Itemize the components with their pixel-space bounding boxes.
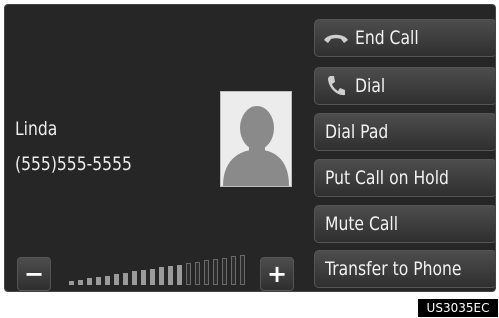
- volume-bar: [204, 260, 209, 285]
- volume-bar: [96, 277, 101, 285]
- phone-call-screen: Linda (555)555-5555 End Call Dial Dial P…: [4, 4, 496, 292]
- mute-call-label: Mute Call: [325, 213, 399, 235]
- volume-bar: [177, 265, 182, 285]
- volume-bar: [69, 281, 74, 285]
- end-call-label: End Call: [355, 27, 419, 49]
- volume-level-meter[interactable]: [69, 255, 249, 285]
- dial-pad-label: Dial Pad: [325, 121, 389, 143]
- volume-bar: [78, 280, 83, 285]
- volume-bar: [168, 266, 173, 285]
- volume-bar: [222, 258, 227, 285]
- volume-down-button[interactable]: −: [17, 257, 51, 291]
- contact-avatar: [220, 91, 292, 187]
- volume-bar: [231, 256, 236, 285]
- volume-up-button[interactable]: +: [260, 257, 294, 291]
- caller-name: Linda: [15, 118, 58, 140]
- volume-bar: [141, 270, 146, 285]
- phone-handset-icon: [323, 73, 349, 99]
- transfer-to-phone-label: Transfer to Phone: [325, 258, 462, 280]
- caller-number: (555)555-5555: [15, 153, 132, 175]
- figure-code-label: US3035EC: [418, 299, 498, 317]
- dial-pad-button[interactable]: Dial Pad: [314, 113, 495, 151]
- volume-bar: [195, 262, 200, 285]
- volume-bar: [87, 278, 92, 285]
- volume-bar: [150, 269, 155, 285]
- dial-label: Dial: [355, 75, 386, 97]
- volume-bar: [159, 267, 164, 285]
- person-silhouette-icon: [221, 92, 291, 186]
- volume-bar: [114, 274, 119, 285]
- volume-bar: [105, 276, 110, 285]
- dial-button[interactable]: Dial: [314, 67, 495, 105]
- volume-bar: [123, 273, 128, 285]
- put-call-on-hold-button[interactable]: Put Call on Hold: [314, 159, 495, 197]
- hang-up-icon: [323, 25, 349, 51]
- end-call-button[interactable]: End Call: [314, 19, 495, 57]
- mute-call-button[interactable]: Mute Call: [314, 205, 495, 243]
- volume-bar: [132, 271, 137, 285]
- volume-bar: [240, 255, 245, 285]
- volume-bar: [213, 259, 218, 285]
- transfer-to-phone-button[interactable]: Transfer to Phone: [314, 250, 495, 288]
- volume-bar: [186, 263, 191, 285]
- put-call-on-hold-label: Put Call on Hold: [325, 167, 449, 189]
